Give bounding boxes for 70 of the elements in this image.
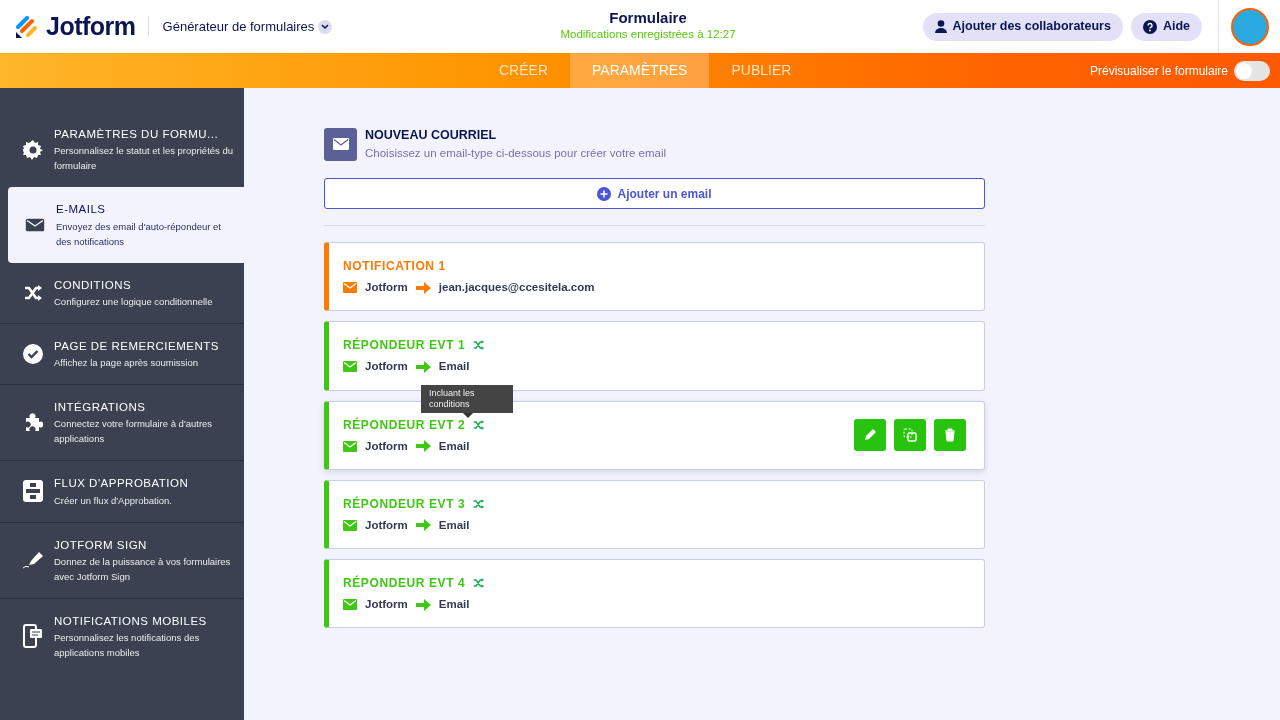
envelope-icon [343, 440, 357, 452]
arrow-right-icon [415, 598, 431, 611]
email-title: RÉPONDEUR EVT 4 [343, 574, 466, 592]
check-circle-icon [23, 343, 43, 364]
pen-icon [22, 550, 44, 571]
email-title: NOTIFICATION 1 [343, 258, 446, 275]
logo-icon [16, 15, 38, 38]
envelope-icon [324, 127, 357, 161]
gear-icon [23, 139, 43, 160]
arrow-right-icon [415, 360, 431, 373]
builder-menu[interactable]: Générateur de formulaires [147, 15, 339, 38]
arrow-right-icon [415, 519, 431, 532]
sender-text: Jotform [365, 280, 408, 295]
section-subtitle: Choisissez un email-type ci-dessous pour créer votre email [365, 145, 667, 161]
puzzle-icon [23, 412, 43, 433]
edit-button[interactable] [854, 419, 886, 452]
preview-toggle[interactable] [1234, 60, 1270, 81]
recipient-text: Email [438, 597, 470, 612]
envelope-icon [343, 599, 357, 611]
help-button[interactable]: Aide [1130, 12, 1202, 41]
copy-icon [903, 428, 917, 443]
section-title: NOUVEAU COURRIEL [365, 127, 498, 144]
sender-text: Jotform [365, 438, 408, 454]
sidebar-item[interactable]: FLUX D'APPROBATION Créer un flux d'Approbation. [0, 461, 244, 522]
sidebar-item[interactable]: INTÉGRATIONS Connectez votre formulaire à d'autres applications [0, 385, 244, 461]
tooltip: Incluant les conditions [421, 384, 513, 413]
shuffle-icon [24, 284, 42, 301]
user-icon [934, 20, 947, 33]
avatar[interactable] [1230, 7, 1269, 46]
arrow-right-icon [415, 281, 431, 294]
envelope-icon [343, 361, 357, 373]
trash-icon [943, 428, 957, 443]
sender-text: Jotform [365, 597, 408, 612]
help-icon [1142, 19, 1157, 34]
email-card[interactable]: NOTIFICATION 1 Jotform jean.jacques@ccesitela.com [324, 242, 985, 312]
email-title: RÉPONDEUR EVT 3 [343, 495, 466, 513]
sender-text: Jotform [365, 359, 408, 375]
sidebar-item[interactable]: E-MAILS Envoyez des email d'auto-répondeur et des notifications [8, 187, 244, 263]
envelope-icon [25, 217, 45, 232]
save-status: Modifications enregistrées à 12:27 [560, 27, 736, 43]
email-card[interactable]: RÉPONDEUR EVT 4 Jotform Email [324, 559, 985, 629]
recipient-text: Email [438, 359, 470, 375]
add-email-button[interactable]: Ajouter un email [324, 178, 985, 209]
envelope-icon [343, 282, 357, 294]
delete-button[interactable] [934, 419, 966, 452]
plus-circle-icon [597, 186, 612, 201]
recipient-text: Email [438, 438, 470, 454]
sender-text: Jotform [365, 517, 408, 533]
flowchart-icon [23, 480, 43, 503]
form-title: Formulaire [608, 9, 688, 27]
duplicate-button[interactable] [894, 419, 926, 452]
envelope-icon [343, 519, 357, 531]
phone-icon [23, 624, 43, 649]
email-card[interactable]: RÉPONDEUR EVT 3 Jotform Email [324, 479, 985, 549]
email-title: RÉPONDEUR EVT 1 [343, 336, 466, 355]
sidebar-item[interactable]: JOTFORM SIGN Donnez de la puissance à vos formulaires avec Jotform Sign [0, 522, 244, 598]
arrow-right-icon [415, 440, 431, 453]
add-collaborators-button[interactable]: Ajouter des collaborateurs [922, 12, 1123, 41]
pencil-icon [863, 428, 877, 443]
logo-text: Jotform [46, 10, 136, 42]
email-title: RÉPONDEUR EVT 2 [343, 416, 466, 434]
sidebar-item[interactable]: PARAMÈTRES DU FORMU... Personnalisez le statut et les propriétés du formulaire [0, 112, 244, 188]
tooltip-arrow-icon [463, 412, 473, 418]
sidebar-item[interactable]: NOTIFICATIONS MOBILES Personnalisez les notifications des applications mobiles [0, 598, 244, 674]
sidebar-item[interactable]: PAGE DE REMERCIEMENTS Affichez la page après soumission [0, 323, 244, 384]
recipient-text: Email [438, 517, 470, 533]
recipient-text: jean.jacques@ccesitela.com [438, 280, 595, 295]
sidebar-item[interactable]: CONDITIONS Configurez une logique conditionnelle [0, 262, 244, 323]
preview-label: Prévisualiser le formulaire [1089, 62, 1228, 80]
chevron-down-icon [321, 24, 330, 31]
